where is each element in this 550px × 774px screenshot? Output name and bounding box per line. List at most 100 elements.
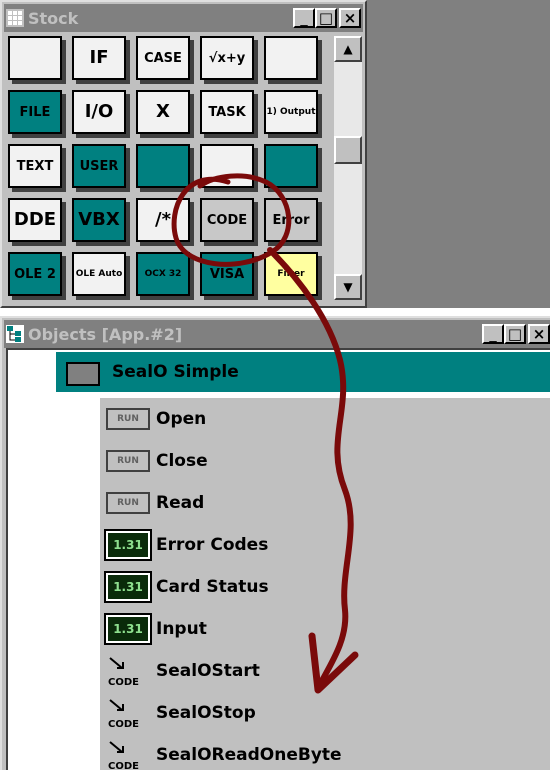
tile-label: X [156,101,170,122]
palette-tile[interactable]: OLE 2 [8,252,66,300]
palette-tile[interactable]: X [136,90,194,138]
tree-item[interactable]: 1.31 Card Status [104,568,269,606]
palette-tile[interactable]: OLE Auto [72,252,130,300]
close-button[interactable]: × [339,8,361,28]
tree-item-label: SealOReadOneByte [156,745,342,765]
maximize-button[interactable]: □ [504,324,526,344]
tile-label: VISA [209,266,245,282]
close-button[interactable]: × [528,324,550,344]
tree-root-label: SealO Simple [112,362,239,382]
tree-item-label: SealOStart [156,661,260,681]
dde-icon: DDE [8,198,62,242]
scroll-up-button[interactable]: ▲ [334,36,362,62]
comment-icon: /* [136,198,190,242]
tree-item[interactable]: RUN Open [106,400,206,438]
task-icon: TASK [200,90,254,134]
filter-icon: Filter [264,252,318,296]
tile-label: 1) Output [266,106,316,117]
if-icon: IF [72,36,126,80]
numeric-display-icon: 1.31 [104,571,152,603]
tree-item-label: Read [156,493,205,513]
palette-tile[interactable]: √x+y [200,36,258,84]
visa-icon: VISA [200,252,254,296]
palette-tile[interactable]: DDE [8,198,66,246]
palette-tile[interactable] [136,144,194,192]
badge-text: RUN [117,414,139,424]
palette-tile[interactable]: IF [72,36,130,84]
tree-item[interactable]: RUN Close [106,442,208,480]
tile-label: TEXT [16,158,54,174]
ole2-icon: OLE 2 [8,252,62,296]
tile-label: I/O [84,101,114,122]
palette-tile[interactable] [8,36,66,84]
tree-item[interactable]: CODE SealOReadOneByte [106,736,342,774]
palette-tile[interactable]: FILE [8,90,66,138]
tile-label: OCX 32 [144,268,182,279]
tree-item[interactable]: RUN Read [106,484,204,522]
file-icon: FILE [8,90,62,134]
palette-tile[interactable]: 1) Output [264,90,322,138]
io-icon: I/O [72,90,126,134]
palette-tile[interactable]: VISA [200,252,258,300]
run-badge-icon: RUN [106,450,150,472]
stock-scrollbar[interactable]: ▲ ▼ [334,36,362,300]
objects-titlebar[interactable]: Objects [App.#2] _ □ × [4,320,550,348]
list-icon: 1) Output [264,90,318,134]
scroll-thumb[interactable] [334,136,362,164]
arrow-down-icon: ▼ [343,280,353,294]
maximize-icon: □ [507,324,523,343]
palette-tile[interactable]: I/O [72,90,130,138]
palette-tile[interactable]: TASK [200,90,258,138]
vbx-icon: VBX [72,198,126,242]
badge-text: CODE [108,677,139,688]
close-icon: × [343,8,357,27]
palette-tile[interactable] [200,144,258,192]
minimize-button[interactable]: _ [293,8,315,28]
minimize-icon: _ [300,8,308,27]
badge-text: RUN [117,456,139,466]
palette-tile[interactable]: VBX [72,198,130,246]
tree-item[interactable]: 1.31 Input [104,610,207,648]
stock-titlebar[interactable]: Stock _ □ × [4,4,363,32]
tile-label: TASK [208,104,246,120]
tree-item[interactable]: CODE SealOStart [106,652,260,690]
palette-tile[interactable]: USER [72,144,130,192]
palette-tile[interactable]: Filter [264,252,322,300]
palette-tile[interactable]: CODE [200,198,258,246]
palette-tile[interactable]: OCX 32 [136,252,194,300]
tile-label: Filter [277,268,305,279]
tree-item[interactable]: CODE SealOStop [106,694,256,732]
palette-tile[interactable] [264,36,322,84]
palette-tile[interactable] [264,144,322,192]
palette-tile[interactable]: /* [136,198,194,246]
tile-label: OLE 2 [14,266,56,282]
palette-tile[interactable]: TEXT [8,144,66,192]
tile-label: CASE [144,50,182,66]
tree-item[interactable]: 1.31 Error Codes [104,526,268,564]
arrow-icon [109,699,124,711]
stock-title: Stock [28,8,79,28]
tile-label: DDE [13,209,57,230]
objects-title: Objects [App.#2] [28,324,183,344]
arrow-icon [109,657,124,669]
tree-item-label: Card Status [156,577,269,597]
scroll-down-button[interactable]: ▼ [334,274,362,300]
panel-icon [66,362,100,386]
palette-tile[interactable]: Error [264,198,322,246]
code-icon: CODE [200,198,254,242]
palette-tile[interactable]: CASE [136,36,194,84]
numeric-display-icon: 1.31 [104,529,152,561]
arrow-up-icon: ▲ [343,42,353,56]
arrow-icon [109,741,124,753]
tree-icon [6,325,24,343]
desktop-background [367,0,550,308]
maximize-button[interactable]: □ [315,8,337,28]
code-icon: CODE [106,696,150,730]
error-icon: Error [264,198,318,242]
stock-window: Stock _ □ × IF CASE √x+y FILE I/O X TASK 1) Out… [0,0,367,308]
minimize-button[interactable]: _ [482,324,504,344]
tree-item-label: Open [156,409,207,429]
badge-text: 1.31 [113,580,143,594]
tile-label: IF [89,47,109,68]
code-icon: CODE [106,738,150,772]
